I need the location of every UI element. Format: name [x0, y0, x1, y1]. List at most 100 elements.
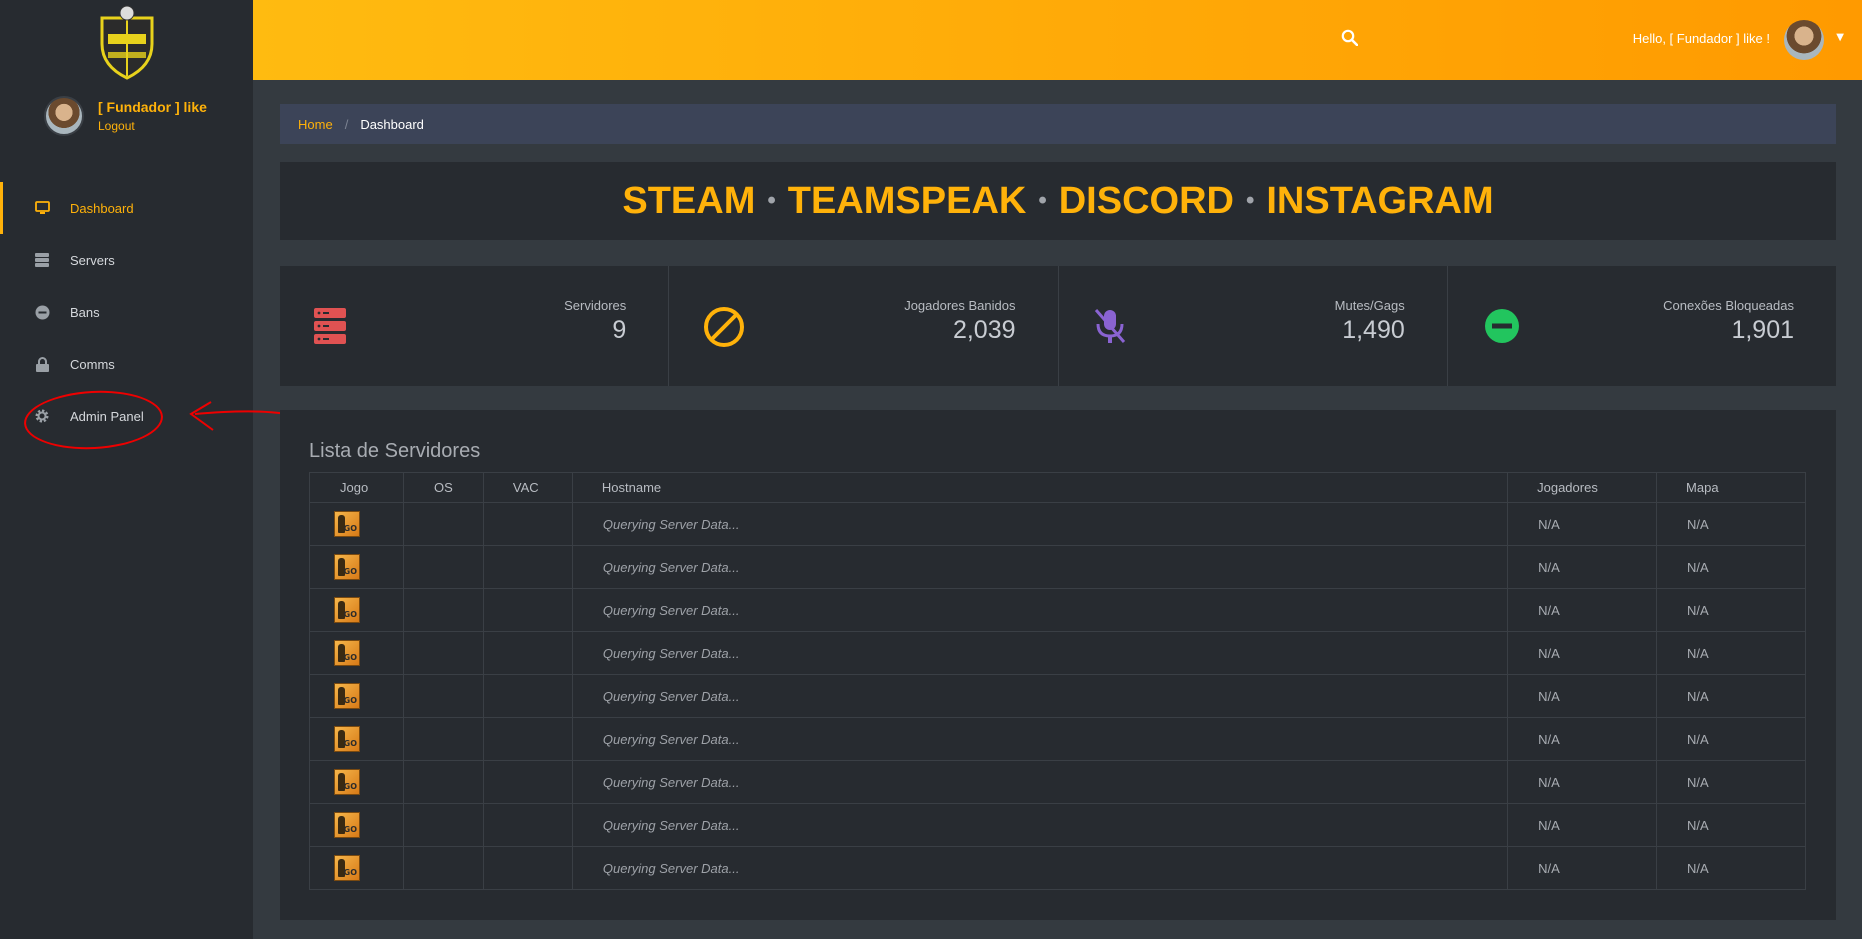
stat-servidores: Servidores 9: [280, 266, 670, 386]
banner-steam[interactable]: STEAM: [622, 180, 755, 223]
game-cell: GO: [309, 760, 404, 804]
vac-cell: [482, 674, 573, 718]
stat-label: Mutes/Gags: [1334, 298, 1405, 313]
hostname-cell: Querying Server Data...: [571, 502, 1509, 546]
table-row[interactable]: GO Querying Server Data... N/A N/A: [309, 846, 1806, 890]
table-row[interactable]: GO Querying Server Data... N/A N/A: [309, 674, 1806, 718]
players-cell: N/A: [1507, 846, 1658, 890]
csgo-game-icon: GO: [334, 769, 360, 795]
logout-link[interactable]: Logout: [98, 119, 207, 133]
players-cell: N/A: [1507, 545, 1658, 589]
vac-cell: [482, 502, 573, 546]
game-cell: GO: [309, 846, 404, 890]
table-row[interactable]: GO Querying Server Data... N/A N/A: [309, 545, 1806, 589]
user-greeting[interactable]: Hello, [ Fundador ] like !: [1633, 31, 1770, 46]
stat-value: 9: [612, 316, 627, 344]
chevron-down-icon[interactable]: ▼: [1836, 32, 1844, 43]
map-cell: N/A: [1656, 803, 1806, 847]
map-cell: N/A: [1656, 588, 1806, 632]
minus-circle-icon: [1484, 309, 1519, 343]
banner-instagram[interactable]: INSTAGRAM: [1266, 180, 1493, 223]
sidebar-item-servers[interactable]: Servers: [0, 234, 253, 286]
table-row[interactable]: GO Querying Server Data... N/A N/A: [309, 803, 1806, 847]
avatar[interactable]: [1784, 20, 1824, 60]
mic-off-icon: [1094, 309, 1125, 343]
stat-value: 2,039: [952, 316, 1016, 344]
column-header-os: OS: [402, 472, 484, 503]
csgo-game-icon: GO: [334, 640, 360, 666]
map-cell: N/A: [1656, 502, 1806, 546]
vac-cell: [482, 717, 573, 761]
csgo-game-icon: GO: [334, 683, 360, 709]
table-row[interactable]: GO Querying Server Data... N/A N/A: [309, 631, 1806, 675]
column-header-hostname: Hostname: [571, 472, 1509, 503]
stat-jogadores-banidos: Jogadores Banidos 2,039: [669, 266, 1059, 386]
csgo-game-icon: GO: [334, 511, 360, 537]
panel-title: Lista de Servidores: [309, 440, 481, 462]
os-cell: [402, 846, 484, 890]
game-cell: GO: [309, 803, 404, 847]
breadcrumb-separator: /: [344, 116, 349, 132]
server-stack-icon: [314, 308, 346, 344]
csgo-game-icon: GO: [334, 597, 360, 623]
os-cell: [402, 588, 484, 632]
stat-label: Jogadores Banidos: [904, 298, 1016, 313]
map-cell: N/A: [1656, 846, 1806, 890]
stat-label: Servidores: [564, 298, 627, 313]
map-cell: N/A: [1656, 717, 1806, 761]
hostname-cell: Querying Server Data...: [571, 631, 1509, 675]
table-row[interactable]: GO Querying Server Data... N/A N/A: [309, 717, 1806, 761]
banner-discord[interactable]: DISCORD: [1059, 180, 1234, 223]
os-cell: [402, 545, 484, 589]
stat-mutes-gags: Mutes/Gags 1,490: [1059, 266, 1448, 386]
stat-conexoes-bloqueadas: Conexões Bloqueadas 1,901: [1448, 266, 1836, 386]
search-icon[interactable]: [1341, 29, 1358, 46]
hostname-cell: Querying Server Data...: [571, 846, 1509, 890]
sidebar: [ Fundador ] like Logout Dashboard Serve…: [0, 0, 253, 939]
vac-cell: [482, 760, 573, 804]
avatar[interactable]: [44, 96, 84, 136]
players-cell: N/A: [1507, 803, 1658, 847]
server-table: Jogo OS VAC Hostname Jogadores Mapa GO Q…: [309, 472, 1806, 890]
sidebar-item-bans[interactable]: Bans: [0, 286, 253, 338]
game-cell: GO: [309, 717, 404, 761]
players-cell: N/A: [1507, 588, 1658, 632]
lock-icon: [34, 356, 50, 372]
game-cell: GO: [309, 631, 404, 675]
players-cell: N/A: [1507, 760, 1658, 804]
ban-icon: [704, 307, 745, 347]
os-cell: [402, 502, 484, 546]
sidebar-item-comms[interactable]: Comms: [0, 338, 253, 390]
game-cell: GO: [309, 545, 404, 589]
os-cell: [402, 803, 484, 847]
user-profile: [ Fundador ] like Logout: [44, 96, 207, 136]
game-cell: GO: [309, 674, 404, 718]
table-row[interactable]: GO Querying Server Data... N/A N/A: [309, 588, 1806, 632]
monitor-icon: [34, 200, 50, 216]
map-cell: N/A: [1656, 760, 1806, 804]
table-row[interactable]: GO Querying Server Data... N/A N/A: [309, 760, 1806, 804]
hostname-cell: Querying Server Data...: [571, 803, 1509, 847]
clan-logo-icon[interactable]: [94, 4, 160, 80]
stat-value: 1,490: [1342, 316, 1405, 344]
hostname-cell: Querying Server Data...: [571, 717, 1509, 761]
game-cell: GO: [309, 502, 404, 546]
stats-row: Servidores 9 Jogadores Banidos 2,039 Mut…: [280, 266, 1836, 386]
hostname-cell: Querying Server Data...: [571, 760, 1509, 804]
os-cell: [402, 760, 484, 804]
social-banner: STEAM • TEAMSPEAK • DISCORD • INSTAGRAM: [280, 162, 1836, 240]
minus-circle-icon: [34, 304, 50, 320]
table-row[interactable]: GO Querying Server Data... N/A N/A: [309, 502, 1806, 546]
sidebar-item-dashboard[interactable]: Dashboard: [0, 182, 253, 234]
banner-teamspeak[interactable]: TEAMSPEAK: [788, 180, 1027, 223]
vac-cell: [482, 803, 573, 847]
server-list-panel: Lista de Servidores Jogo OS VAC Hostname…: [280, 410, 1836, 920]
vac-cell: [482, 631, 573, 675]
map-cell: N/A: [1656, 631, 1806, 675]
server-icon: [34, 252, 50, 268]
breadcrumb-home-link[interactable]: Home: [298, 117, 333, 132]
sidebar-item-label: Bans: [70, 304, 100, 320]
user-name[interactable]: [ Fundador ] like: [98, 99, 207, 115]
stat-label: Conexões Bloqueadas: [1663, 298, 1794, 313]
vac-cell: [482, 545, 573, 589]
